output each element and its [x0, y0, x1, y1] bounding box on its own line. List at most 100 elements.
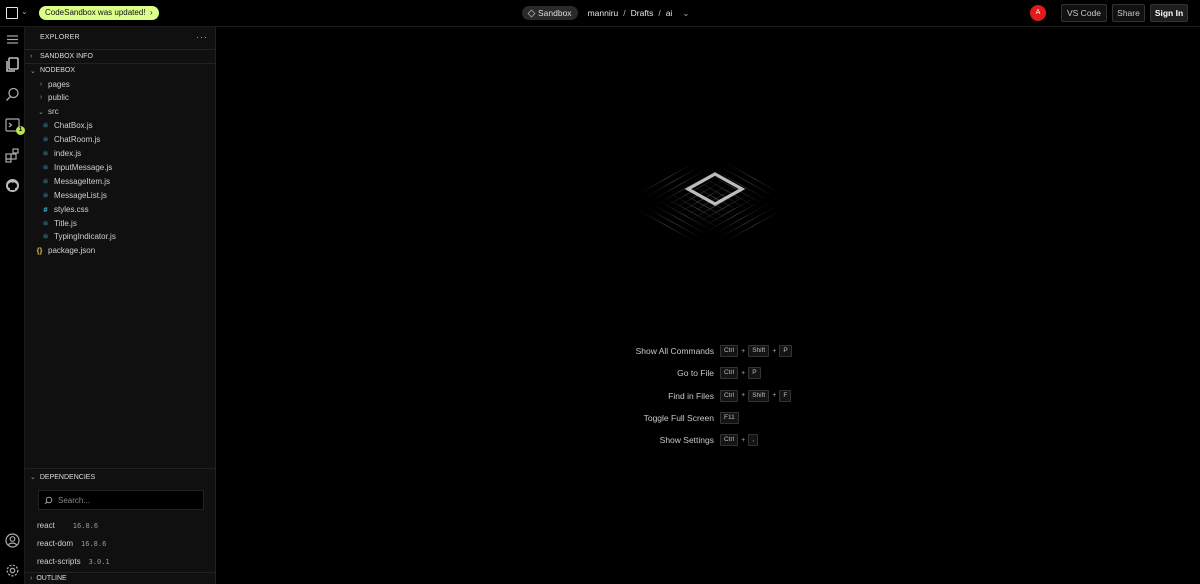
sandbox-badge[interactable]: Sandbox	[522, 6, 578, 20]
explorer-title: EXPLORER	[40, 34, 80, 41]
key-cap: P	[748, 367, 761, 380]
key-cap: Ctrl	[720, 434, 739, 447]
dependency-search-input[interactable]	[58, 495, 198, 505]
tree-item-label: InputMessage.js	[54, 162, 113, 172]
react-file-icon: ⚛	[42, 162, 49, 172]
plus-separator: +	[741, 369, 746, 377]
chevron-right-icon: ›	[30, 53, 33, 60]
chevron-right-icon: ›	[30, 575, 33, 582]
json-file-icon: {}	[36, 246, 43, 256]
breadcrumb-sandbox-name[interactable]: ai	[666, 8, 673, 18]
keyboard-shortcut: F11	[720, 411, 739, 424]
section-nodebox[interactable]: ⌄ NODEBOX	[25, 63, 216, 77]
update-notice-button[interactable]: CodeSandbox was updated! ›	[39, 6, 159, 20]
terminal-icon[interactable]: 1	[4, 117, 25, 135]
tree-item-label: ChatRoom.js	[54, 135, 101, 145]
command-label: Show All Commands	[635, 346, 714, 356]
key-cap: Ctrl	[720, 389, 739, 402]
dependency-row[interactable]: react 16.8.6	[37, 521, 98, 530]
react-file-icon: ⚛	[42, 190, 49, 200]
dependency-name: react-dom	[37, 539, 74, 548]
dependency-name: react	[37, 521, 55, 530]
dependency-search-field[interactable]	[38, 490, 204, 510]
file-item[interactable]: ⚛ ChatBox.js	[25, 119, 216, 133]
folder-item[interactable]: › public	[25, 91, 216, 105]
avatar[interactable]: A	[1030, 5, 1046, 21]
key-cap: F11	[720, 411, 739, 424]
tree-item-label: package.json	[48, 246, 96, 256]
command-hint-row: Show Settings Ctrl +,	[596, 434, 816, 448]
settings-icon[interactable]	[4, 562, 21, 579]
sign-in-button[interactable]: Sign In	[1150, 4, 1188, 22]
tree-item-label: Title.js	[54, 218, 77, 228]
key-cap: Shift	[748, 345, 770, 357]
key-cap: F	[779, 389, 792, 402]
file-item[interactable]: ⚛ Title.js	[25, 216, 216, 230]
chevron-down-icon[interactable]: ⌄	[682, 8, 689, 19]
tree-item-label: MessageList.js	[54, 190, 107, 200]
breadcrumb-owner[interactable]: manniru	[588, 8, 619, 18]
tree-item-label: MessageItem.js	[54, 176, 111, 186]
plus-separator: +	[772, 347, 777, 355]
command-label: Show Settings	[659, 435, 714, 446]
github-icon[interactable]	[4, 177, 21, 194]
dependency-version: 3.0.1	[88, 557, 110, 566]
file-item[interactable]: ⚛ ChatRoom.js	[25, 133, 216, 147]
chevron-right-icon: ›	[39, 80, 43, 88]
file-item[interactable]: # styles.css	[25, 202, 216, 216]
tree-item-label: pages	[48, 79, 70, 89]
search-icon[interactable]	[4, 86, 21, 103]
plus-separator: +	[772, 392, 777, 400]
explorer-sidebar: EXPLORER ··· › SANDBOX INFO ⌄ NODEBOX › p…	[25, 27, 216, 584]
file-item[interactable]: ⚛ MessageItem.js	[25, 174, 216, 188]
command-label: Toggle Full Screen	[643, 412, 714, 423]
vscode-button[interactable]: VS Code	[1061, 4, 1107, 22]
account-icon[interactable]	[4, 532, 21, 549]
react-file-icon: ⚛	[42, 176, 49, 186]
section-sandbox-info[interactable]: › SANDBOX INFO	[25, 49, 216, 63]
react-file-icon: ⚛	[42, 121, 49, 131]
tree-item-label: styles.css	[54, 204, 89, 214]
dependency-row[interactable]: react-scripts 3.0.1	[37, 557, 110, 566]
file-item[interactable]: ⚛ TypingIndicator.js	[25, 230, 216, 244]
tree-item-label: ChatBox.js	[54, 121, 93, 131]
cube-icon	[527, 9, 536, 17]
sandbox-badge-label: Sandbox	[538, 8, 572, 18]
breadcrumb-folder[interactable]: Drafts	[631, 8, 654, 18]
activity-bar: 1	[0, 27, 25, 584]
folder-item[interactable]: › pages	[25, 77, 216, 91]
chevron-right-icon: ›	[147, 8, 153, 17]
chevron-down-icon[interactable]: ⌄	[21, 7, 28, 16]
key-cap: P	[779, 345, 792, 357]
command-label: Find in Files	[668, 390, 714, 401]
section-label: SANDBOX INFO	[40, 53, 93, 60]
more-options-icon[interactable]: ···	[196, 32, 208, 42]
chevron-right-icon: ›	[39, 94, 43, 102]
dependency-row[interactable]: react-dom 16.8.6	[37, 539, 106, 548]
top-bar: ⌄ CodeSandbox was updated! › Sandbox man…	[0, 0, 1200, 27]
file-item[interactable]: ⚛ InputMessage.js	[25, 160, 216, 174]
folder-item[interactable]: ⌄ src	[25, 105, 216, 119]
command-hint-row: Toggle Full Screen F11	[596, 411, 816, 426]
extensions-icon[interactable]	[4, 147, 21, 164]
terminal-badge: 1	[16, 126, 25, 135]
file-item[interactable]: ⚛ index.js	[25, 147, 216, 161]
dependencies-header[interactable]: ⌄ DEPENDENCIES	[30, 473, 95, 482]
menu-icon[interactable]	[4, 31, 21, 48]
file-item[interactable]: {} package.json	[25, 244, 216, 258]
file-item[interactable]: ⚛ MessageList.js	[25, 188, 216, 202]
files-icon[interactable]	[4, 56, 21, 73]
keyboard-shortcut: Ctrl + Shift + F	[720, 389, 792, 402]
tree-item-label: public	[48, 93, 69, 103]
tree-item-label: index.js	[54, 149, 82, 158]
section-outline[interactable]: › OUTLINE	[25, 572, 216, 584]
tree-item-label: src	[48, 107, 59, 117]
keyboard-shortcut: Ctrl +,	[720, 434, 759, 447]
dependencies-panel: ⌄ DEPENDENCIES react 16.8.6 react-dom 16…	[25, 468, 216, 566]
codesandbox-logo-icon[interactable]	[6, 7, 18, 19]
chevron-down-icon: ⌄	[30, 67, 36, 75]
keyboard-shortcut: Ctrl + Shift + P	[720, 345, 792, 357]
plus-separator: +	[741, 347, 746, 355]
share-button[interactable]: Share	[1112, 4, 1145, 22]
plus-separator: +	[741, 436, 746, 444]
